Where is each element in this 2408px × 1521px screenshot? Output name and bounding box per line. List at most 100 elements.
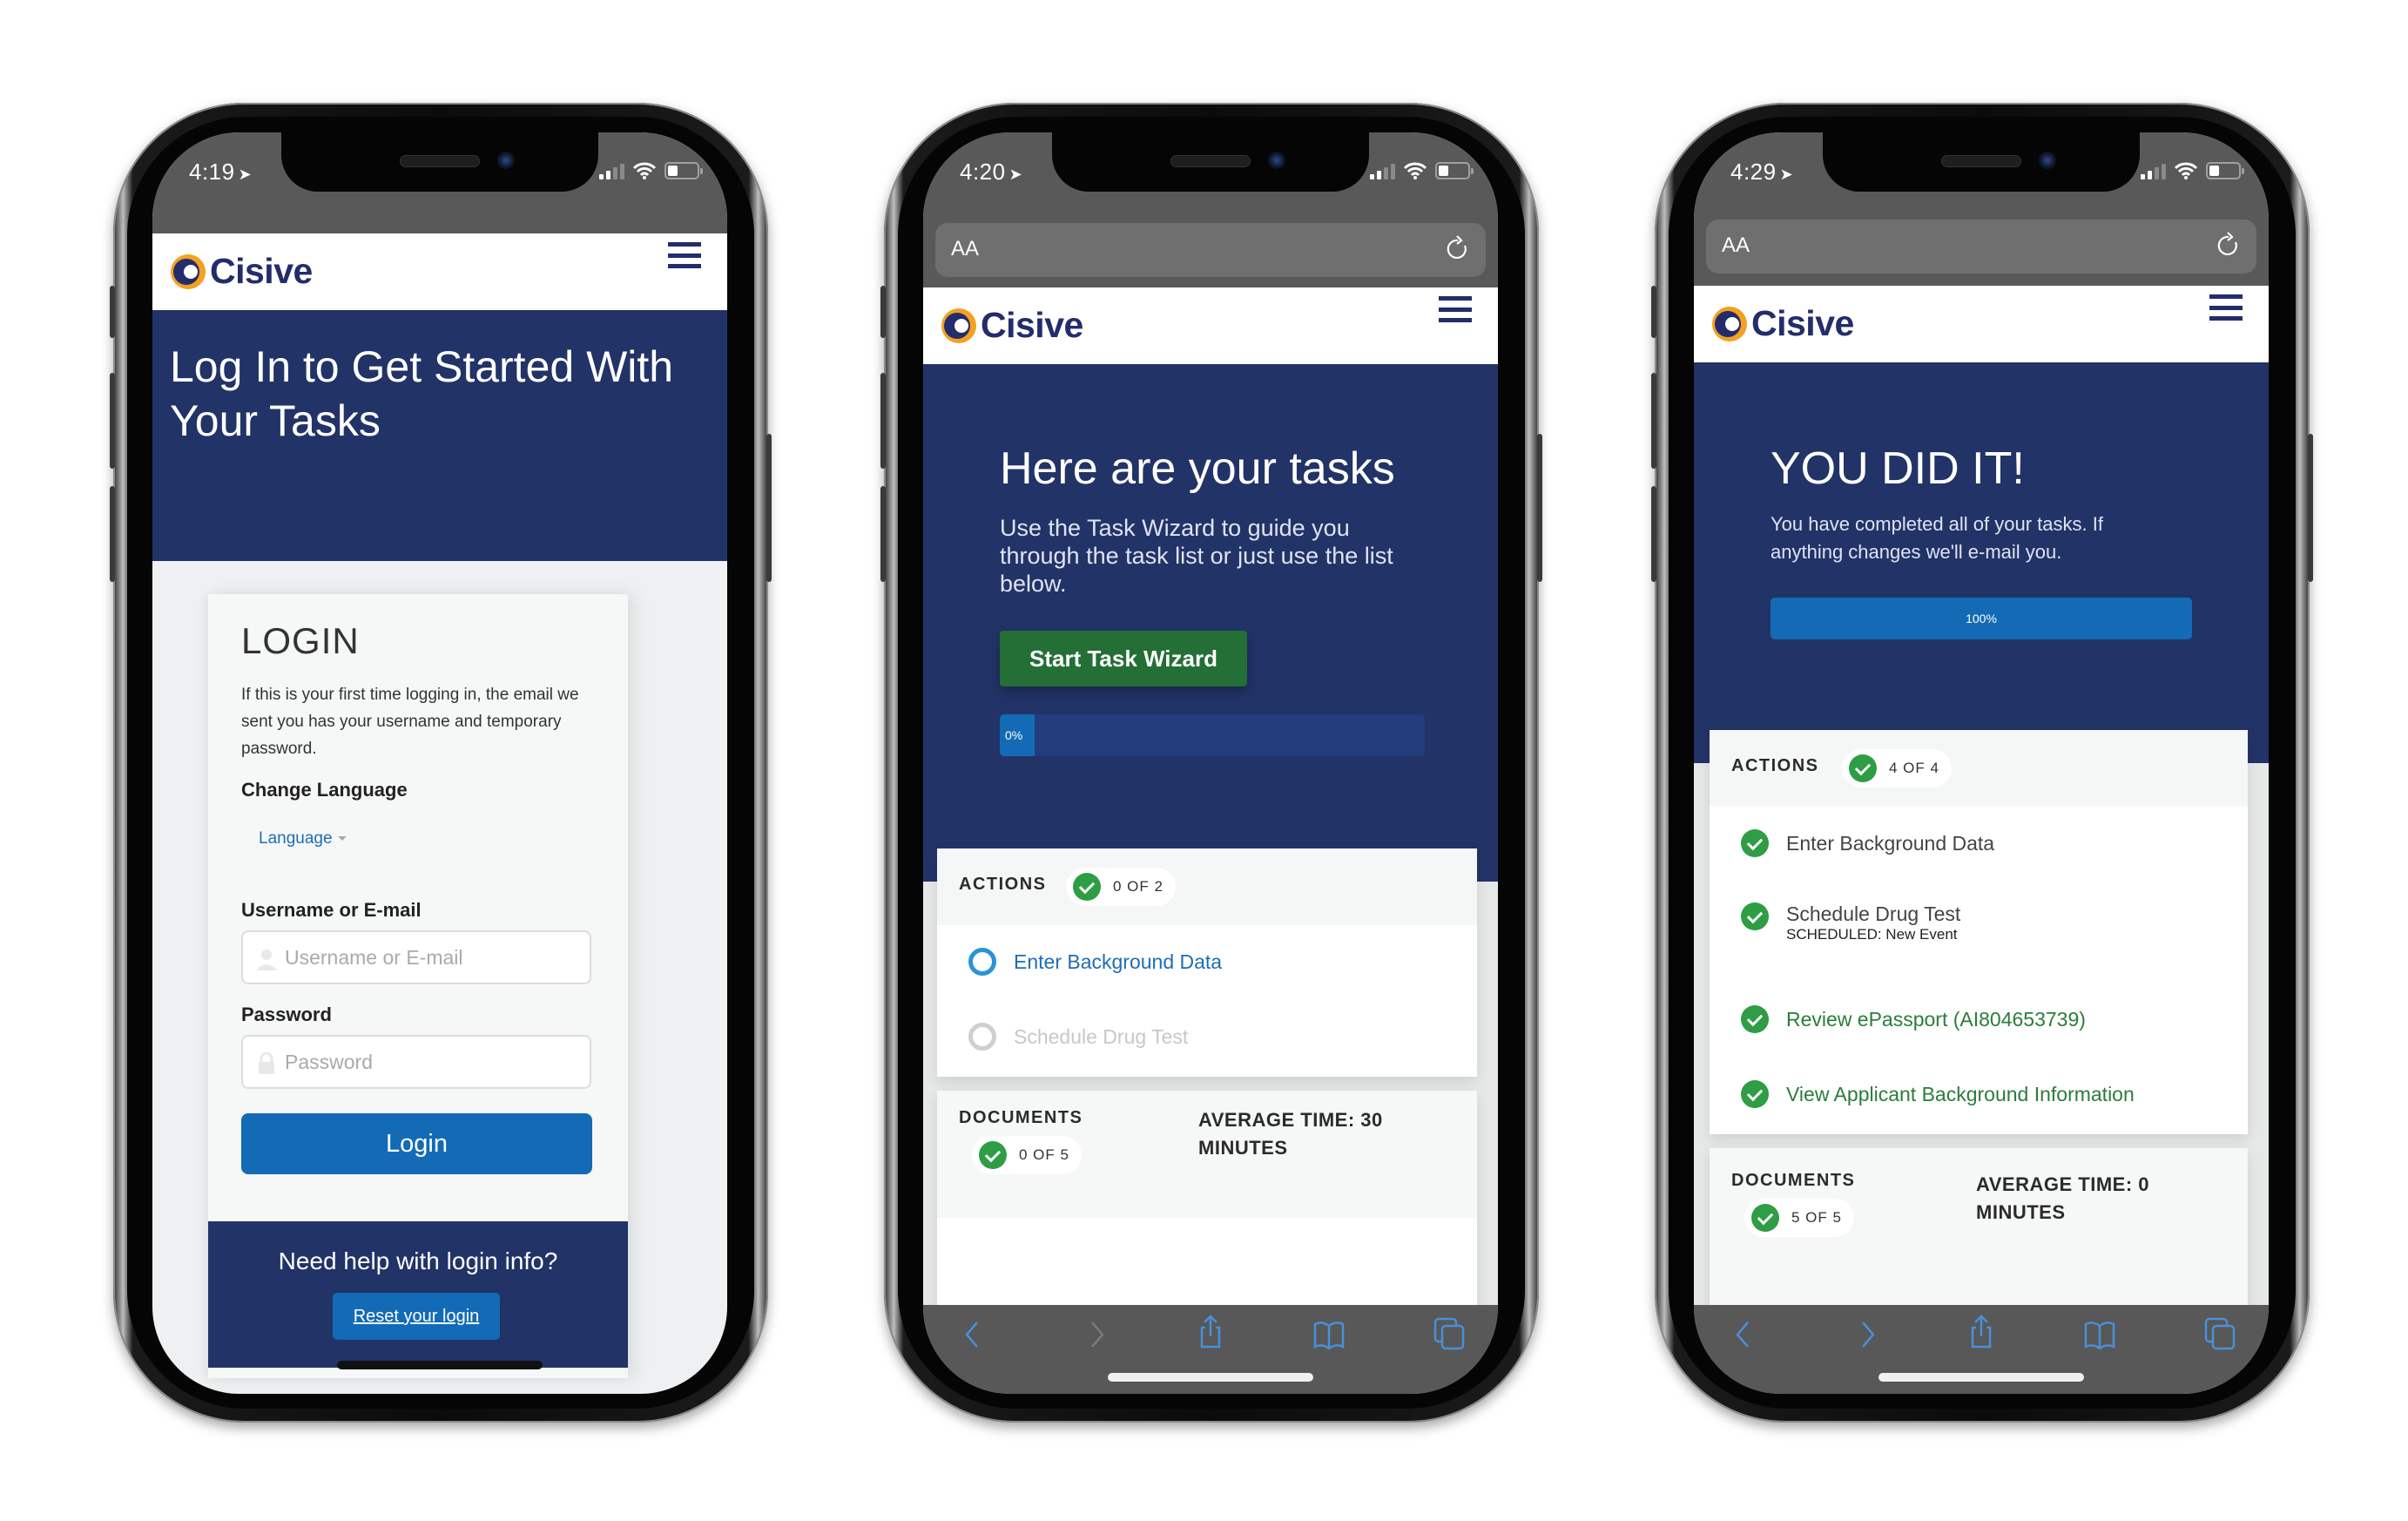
task-disabled-circle-icon — [968, 1023, 996, 1051]
username-field[interactable] — [241, 930, 591, 984]
screen: 4:20 ➤ AA Cisive Here are your tasks Use … — [923, 132, 1498, 1394]
status-bar: 4:29 ➤ AA — [1694, 132, 2269, 286]
actions-count-badge: 0 OF 2 — [1066, 868, 1176, 906]
actions-label: ACTIONS — [959, 875, 1047, 894]
login-button[interactable]: Login — [241, 1113, 592, 1174]
login-intro: If this is your first time logging in, t… — [241, 686, 579, 758]
volume-up-button — [110, 373, 115, 469]
documents-label: DOCUMENTS — [959, 1108, 1083, 1127]
share-icon[interactable] — [1964, 1314, 1999, 1349]
battery-icon — [1435, 162, 1474, 179]
tabs-icon[interactable] — [2202, 1315, 2237, 1350]
phone-complete: 4:29 ➤ AA Cisive YOU DID IT! You have com… — [1651, 103, 2313, 1423]
hamburger-menu-icon[interactable] — [668, 242, 701, 268]
browser-toolbar — [923, 1305, 1498, 1394]
logo-text: Cisive — [981, 305, 1083, 345]
user-icon — [256, 950, 277, 970]
address-bar[interactable]: AA — [935, 223, 1486, 277]
start-task-wizard-button[interactable]: Start Task Wizard — [1000, 631, 1247, 686]
task-progress-bar: 100% — [1771, 598, 2192, 639]
hero-banner: Here are your tasks Use the Task Wizard … — [923, 364, 1498, 882]
password-field[interactable] — [241, 1035, 591, 1089]
address-bar[interactable]: AA — [1706, 220, 2256, 274]
hamburger-menu-icon[interactable] — [2209, 294, 2243, 321]
back-chevron-icon[interactable] — [956, 1317, 991, 1352]
bookmarks-icon[interactable] — [2082, 1317, 2117, 1352]
text-size-button[interactable]: AA — [951, 237, 979, 261]
bookmarks-icon[interactable] — [1312, 1317, 1346, 1352]
reset-login-link[interactable]: Reset your login — [333, 1293, 500, 1340]
check-circle-icon — [1751, 1204, 1779, 1232]
task-progress-bar: 0% — [1000, 714, 1425, 756]
username-input[interactable] — [285, 932, 581, 983]
forward-chevron-icon[interactable] — [1849, 1317, 1884, 1352]
home-indicator[interactable] — [1879, 1373, 2084, 1382]
progress-label: 0% — [1005, 728, 1023, 742]
front-camera — [2039, 152, 2056, 169]
actions-count-badge: 4 OF 4 — [1842, 749, 1952, 788]
username-label: Username or E-mail — [241, 899, 422, 921]
tabs-icon[interactable] — [1432, 1315, 1467, 1350]
change-language-label: Change Language — [241, 779, 408, 801]
actions-card: ACTIONS 0 OF 2 Enter Background Data Sch… — [937, 848, 1477, 1077]
language-dropdown[interactable]: Language — [259, 829, 347, 848]
cellular-signal-icon — [2141, 164, 2166, 179]
documents-label: DOCUMENTS — [1731, 1171, 1856, 1190]
status-bar: 4:19 ➤ — [152, 132, 727, 233]
location-arrow-icon: ➤ — [1779, 166, 1794, 183]
status-time: 4:20 ➤ — [960, 159, 1023, 185]
hamburger-menu-icon[interactable] — [1439, 296, 1472, 322]
caret-down-icon — [337, 836, 347, 842]
task-review-epassport[interactable]: Review ePassport (AI804653739) — [1741, 1005, 2086, 1033]
login-title: LOGIN — [241, 620, 360, 661]
screen: 4:19 ➤ Cisive Log In to Get Started With … — [152, 132, 727, 1394]
hero-banner: Log In to Get Started With Your Tasks — [152, 310, 727, 561]
logo-text: Cisive — [1751, 303, 1854, 343]
documents-card: DOCUMENTS 0 OF 5 AVERAGE TIME: 30 MINUTE… — [937, 1091, 1477, 1317]
status-time: 4:19 ➤ — [189, 159, 253, 185]
task-view-applicant-background[interactable]: View Applicant Background Information — [1741, 1080, 2135, 1108]
cisive-logo[interactable]: Cisive — [170, 251, 313, 292]
reload-icon[interactable] — [2215, 232, 2243, 260]
documents-count-badge: 5 OF 5 — [1744, 1199, 1854, 1237]
check-circle-icon — [1741, 1080, 1769, 1108]
volume-down-button — [110, 486, 115, 582]
task-subtext: SCHEDULED: New Event — [1786, 926, 1958, 943]
hero-title: Here are your tasks — [1000, 443, 1395, 494]
location-arrow-icon: ➤ — [1008, 166, 1023, 183]
documents-count-badge: 0 OF 5 — [972, 1136, 1082, 1174]
cisive-logo[interactable]: Cisive — [1711, 303, 1854, 344]
home-indicator[interactable] — [1108, 1373, 1313, 1382]
notch — [281, 132, 598, 192]
front-camera — [497, 152, 515, 169]
actions-card: ACTIONS 4 OF 4 Enter Background Data Sch… — [1710, 730, 2248, 1134]
cisive-logo[interactable]: Cisive — [941, 305, 1083, 346]
language-dropdown-label: Language — [259, 829, 333, 848]
power-button — [766, 434, 772, 582]
text-size-button[interactable]: AA — [1722, 233, 1750, 258]
back-chevron-icon[interactable] — [1727, 1317, 1762, 1352]
task-enter-background-data[interactable]: Enter Background Data — [1741, 829, 1994, 857]
site-header: Cisive — [152, 233, 727, 310]
average-time: AVERAGE TIME: 0 MINUTES — [1976, 1173, 2150, 1223]
home-indicator[interactable] — [337, 1361, 543, 1369]
cisive-logo-icon — [941, 308, 976, 343]
hero-subtitle: Use the Task Wizard to guide you through… — [1000, 515, 1393, 597]
mute-switch — [110, 286, 115, 338]
browser-toolbar — [1694, 1305, 2269, 1394]
task-schedule-drug-test[interactable]: Schedule Drug Test SCHEDULED: New Event — [1741, 902, 1960, 943]
share-icon[interactable] — [1193, 1314, 1228, 1349]
cisive-logo-icon — [1712, 306, 1747, 341]
check-circle-icon — [1741, 829, 1769, 857]
check-circle-icon — [1741, 902, 1769, 930]
site-header: Cisive — [1694, 286, 2269, 362]
status-time: 4:29 ➤ — [1730, 159, 1794, 185]
password-input[interactable] — [285, 1037, 581, 1087]
task-enter-background-data[interactable]: Enter Background Data — [968, 948, 1222, 976]
reload-icon[interactable] — [1444, 235, 1472, 263]
help-band: Need help with login info? Reset your lo… — [208, 1221, 628, 1368]
cellular-signal-icon — [1370, 164, 1395, 179]
task-pending-circle-icon — [968, 948, 996, 976]
screen: 4:29 ➤ AA Cisive YOU DID IT! You have com… — [1694, 132, 2269, 1394]
average-time: AVERAGE TIME: 30 MINUTES — [1198, 1109, 1383, 1159]
